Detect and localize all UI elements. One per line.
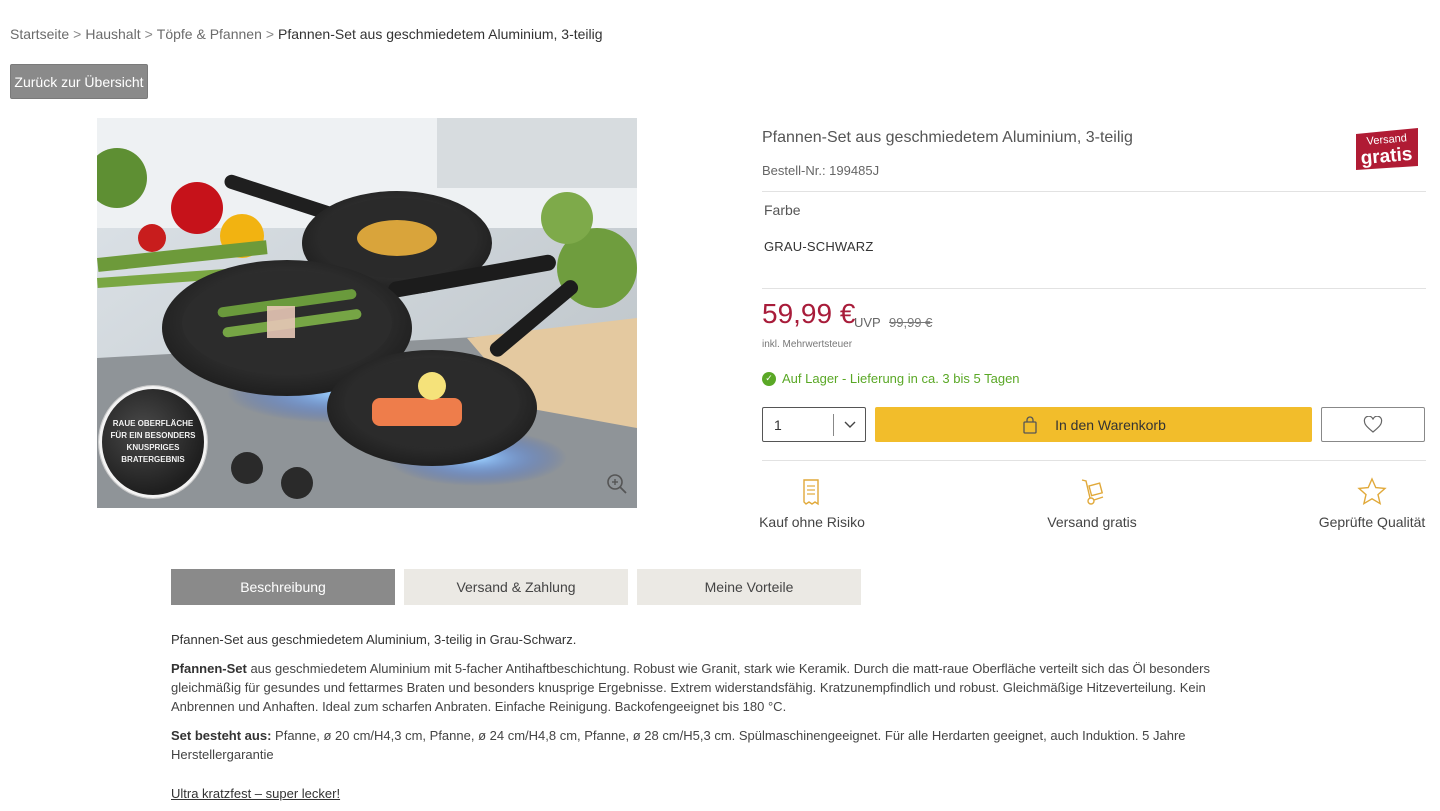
hand-truck-icon (1081, 479, 1104, 505)
quantity-value: 1 (774, 417, 782, 433)
wishlist-button[interactable] (1321, 407, 1425, 442)
quantity-divider (833, 414, 834, 436)
uvp-value: 99,99 € (889, 315, 933, 330)
usp-label: Kauf ohne Risiko (759, 514, 865, 530)
breadcrumb-separator: > (265, 26, 275, 42)
breadcrumb-household[interactable]: Haushalt (85, 26, 140, 42)
product-description: Pfannen-Set aus geschmiedetem Aluminium,… (171, 630, 1271, 801)
description-text: aus geschmiedetem Aluminium mit 5-facher… (171, 661, 1210, 714)
usp-label: Geprüfte Qualität (1318, 514, 1426, 530)
usp-quality: Geprüfte Qualität (1318, 476, 1426, 530)
product-image[interactable]: RAUE OBERFLÄCHE FÜR EIN BESONDERS KNUSPR… (97, 118, 637, 508)
breadcrumb: Startseite > Haushalt > Töpfe & Pfannen > Pfan… (10, 26, 603, 42)
shopping-bag-icon (1023, 415, 1037, 434)
usp-label: Versand gratis (1047, 514, 1137, 530)
breadcrumb-pots-pans[interactable]: Töpfe & Pfannen (157, 26, 262, 42)
breadcrumb-current: Pfannen-Set aus geschmiedetem Aluminium,… (278, 26, 603, 42)
tab-my-benefits[interactable]: Meine Vorteile (637, 569, 861, 605)
usp-free-shipping: Versand gratis (1037, 476, 1147, 530)
price: 59,99 € (762, 298, 856, 329)
scratch-resistant-link[interactable]: Ultra kratzfest – super lecker! (171, 784, 340, 803)
surface-seal: RAUE OBERFLÄCHE FÜR EIN BESONDERS KNUSPR… (99, 386, 207, 498)
set-contents-text: Pfanne, ø 20 cm/H4,3 cm, Pfanne, ø 24 cm… (171, 728, 1186, 762)
breadcrumb-separator: > (73, 26, 82, 42)
product-title: Pfannen-Set aus geschmiedetem Aluminium,… (762, 129, 1133, 146)
stock-text: Auf Lager - Lieferung in ca. 3 bis 5 Tag… (782, 371, 1020, 386)
free-shipping-badge: Versand gratis (1356, 128, 1418, 170)
order-number: Bestell-Nr.: 199485J (762, 163, 880, 178)
tab-description[interactable]: Beschreibung (171, 569, 395, 605)
description-paragraph: Pfannen-Set aus geschmiedetem Aluminium … (171, 659, 1263, 716)
star-icon (1357, 477, 1387, 506)
color-label: Farbe (764, 202, 801, 218)
tab-shipping-payment[interactable]: Versand & Zahlung (404, 569, 628, 605)
vat-note: inkl. Mehrwertsteuer (762, 339, 853, 350)
receipt-icon (803, 479, 819, 506)
breadcrumb-home[interactable]: Startseite (10, 26, 69, 42)
uvp-label: UVP (854, 315, 881, 330)
divider (762, 460, 1426, 461)
divider (762, 288, 1426, 289)
usp-risk-free: Kauf ohne Risiko (759, 476, 865, 530)
add-to-cart-button[interactable]: In den Warenkorb (875, 407, 1312, 442)
zoom-in-icon[interactable] (605, 472, 629, 496)
description-heading: Pfannen-Set aus geschmiedetem Aluminium,… (171, 632, 577, 647)
stock-status: ✓ Auf Lager - Lieferung in ca. 3 bis 5 T… (762, 371, 1020, 386)
description-set-contents: Set besteht aus: Pfanne, ø 20 cm/H4,3 cm… (171, 726, 1271, 764)
quantity-select[interactable]: 1 (762, 407, 866, 442)
description-lead: Pfannen-Set (171, 661, 247, 676)
set-contents-lead: Set besteht aus: (171, 728, 272, 743)
heart-icon (1363, 415, 1383, 433)
color-value[interactable]: GRAU-SCHWARZ (764, 239, 874, 254)
breadcrumb-separator: > (144, 26, 153, 42)
chevron-down-icon (844, 421, 856, 428)
divider (762, 191, 1426, 192)
product-tabs: Beschreibung Versand & Zahlung Meine Vor… (171, 569, 861, 605)
back-to-overview-button[interactable]: Zurück zur Übersicht (10, 64, 148, 99)
badge-line2: gratis (1360, 144, 1413, 169)
check-circle-icon: ✓ (762, 371, 776, 386)
add-to-cart-label: In den Warenkorb (1055, 416, 1166, 433)
